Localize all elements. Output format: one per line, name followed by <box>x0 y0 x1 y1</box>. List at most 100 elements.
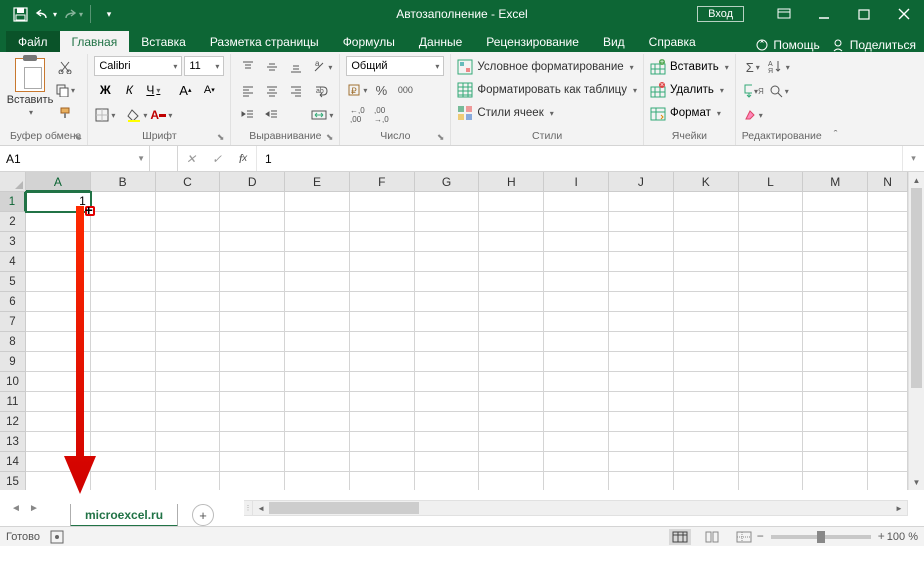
cell-D7[interactable] <box>220 312 285 332</box>
paste-button[interactable]: Вставить ▾ <box>10 56 50 117</box>
cell-I11[interactable] <box>544 392 609 412</box>
underline-button[interactable]: Ч▾ <box>142 79 164 101</box>
align-left-icon[interactable] <box>237 80 259 102</box>
cell-A3[interactable] <box>26 232 91 252</box>
cell-J9[interactable] <box>609 352 674 372</box>
cell-A13[interactable] <box>26 432 91 452</box>
cell-K2[interactable] <box>674 212 739 232</box>
col-head-N[interactable]: N <box>868 172 908 191</box>
cell-C4[interactable] <box>156 252 221 272</box>
cell-G5[interactable] <box>415 272 480 292</box>
cell-N1[interactable] <box>868 192 908 212</box>
collapse-ribbon-icon[interactable]: ˆ <box>828 129 844 145</box>
cell-L7[interactable] <box>739 312 804 332</box>
cell-H13[interactable] <box>479 432 544 452</box>
zoom-percent[interactable]: 100 % <box>887 531 918 543</box>
scroll-left-icon[interactable]: ◄ <box>253 504 269 513</box>
row-head-4[interactable]: 4 <box>0 252 25 272</box>
accounting-icon[interactable]: ₽▾ <box>346 79 368 101</box>
font-name-combo[interactable]: Calibri▾ <box>94 56 182 76</box>
cell-G14[interactable] <box>415 452 480 472</box>
cell-L15[interactable] <box>739 472 804 492</box>
cell-L3[interactable] <box>739 232 804 252</box>
cell-I10[interactable] <box>544 372 609 392</box>
cell-K1[interactable] <box>674 192 739 212</box>
formula-input[interactable]: 1 <box>257 146 902 171</box>
hscroll-thumb[interactable] <box>269 502 419 514</box>
cell-I7[interactable] <box>544 312 609 332</box>
cell-A10[interactable] <box>26 372 91 392</box>
cell-J5[interactable] <box>609 272 674 292</box>
cell-I5[interactable] <box>544 272 609 292</box>
cell-F9[interactable] <box>350 352 415 372</box>
insert-cells-button[interactable]: +Вставить▾ <box>650 56 729 78</box>
fill-color-icon[interactable]: ▾ <box>126 104 148 126</box>
cell-A7[interactable] <box>26 312 91 332</box>
cell-A2[interactable] <box>26 212 91 232</box>
cell-C3[interactable] <box>156 232 221 252</box>
cell-B4[interactable] <box>91 252 156 272</box>
cell-C1[interactable] <box>156 192 221 212</box>
cell-B1[interactable] <box>91 192 156 212</box>
cell-M1[interactable] <box>803 192 868 212</box>
cell-E15[interactable] <box>285 472 350 492</box>
cell-D4[interactable] <box>220 252 285 272</box>
cell-M5[interactable] <box>803 272 868 292</box>
cell-H3[interactable] <box>479 232 544 252</box>
tab-home[interactable]: Главная <box>60 31 130 52</box>
cell-F15[interactable] <box>350 472 415 492</box>
find-select-icon[interactable]: ▾ <box>768 80 790 102</box>
vscroll-thumb[interactable] <box>911 188 922 388</box>
cell-A6[interactable] <box>26 292 91 312</box>
cell-D8[interactable] <box>220 332 285 352</box>
cell-G12[interactable] <box>415 412 480 432</box>
row-head-6[interactable]: 6 <box>0 292 25 312</box>
cell-J3[interactable] <box>609 232 674 252</box>
cell-C12[interactable] <box>156 412 221 432</box>
cell-K15[interactable] <box>674 472 739 492</box>
cell-D15[interactable] <box>220 472 285 492</box>
cell-B2[interactable] <box>91 212 156 232</box>
col-head-L[interactable]: L <box>739 172 804 191</box>
cell-C8[interactable] <box>156 332 221 352</box>
cell-E10[interactable] <box>285 372 350 392</box>
horizontal-scrollbar[interactable]: ◄ ► <box>252 500 908 516</box>
cell-C11[interactable] <box>156 392 221 412</box>
cell-F14[interactable] <box>350 452 415 472</box>
cell-E5[interactable] <box>285 272 350 292</box>
decrease-font-icon[interactable]: A▾ <box>198 79 220 101</box>
align-right-icon[interactable] <box>285 80 307 102</box>
cell-C6[interactable] <box>156 292 221 312</box>
cell-K12[interactable] <box>674 412 739 432</box>
cell-N13[interactable] <box>868 432 908 452</box>
cell-E1[interactable] <box>285 192 350 212</box>
col-head-F[interactable]: F <box>350 172 415 191</box>
cell-K14[interactable] <box>674 452 739 472</box>
format-painter-icon[interactable] <box>54 102 76 124</box>
align-center-icon[interactable] <box>261 80 283 102</box>
number-launcher-icon[interactable]: ⬊ <box>437 132 445 143</box>
scroll-right-icon[interactable]: ► <box>891 504 907 513</box>
cell-N15[interactable] <box>868 472 908 492</box>
cell-L11[interactable] <box>739 392 804 412</box>
cell-L12[interactable] <box>739 412 804 432</box>
vertical-scrollbar[interactable]: ▲ ▼ <box>908 172 924 490</box>
row-head-1[interactable]: 1 <box>0 192 26 212</box>
sort-filter-icon[interactable]: AЯ▾ <box>768 56 790 78</box>
cell-B10[interactable] <box>91 372 156 392</box>
row-head-11[interactable]: 11 <box>0 392 25 412</box>
maximize-icon[interactable] <box>844 0 884 28</box>
cell-J6[interactable] <box>609 292 674 312</box>
tab-view[interactable]: Вид <box>591 31 637 52</box>
zoom-slider[interactable]: − + <box>771 535 871 539</box>
cell-M8[interactable] <box>803 332 868 352</box>
align-top-icon[interactable] <box>237 56 259 78</box>
zoom-in-icon[interactable]: + <box>878 529 885 543</box>
cell-J8[interactable] <box>609 332 674 352</box>
cell-G1[interactable] <box>415 192 480 212</box>
cell-K11[interactable] <box>674 392 739 412</box>
cell-F8[interactable] <box>350 332 415 352</box>
cell-B12[interactable] <box>91 412 156 432</box>
cell-I2[interactable] <box>544 212 609 232</box>
cell-A4[interactable] <box>26 252 91 272</box>
